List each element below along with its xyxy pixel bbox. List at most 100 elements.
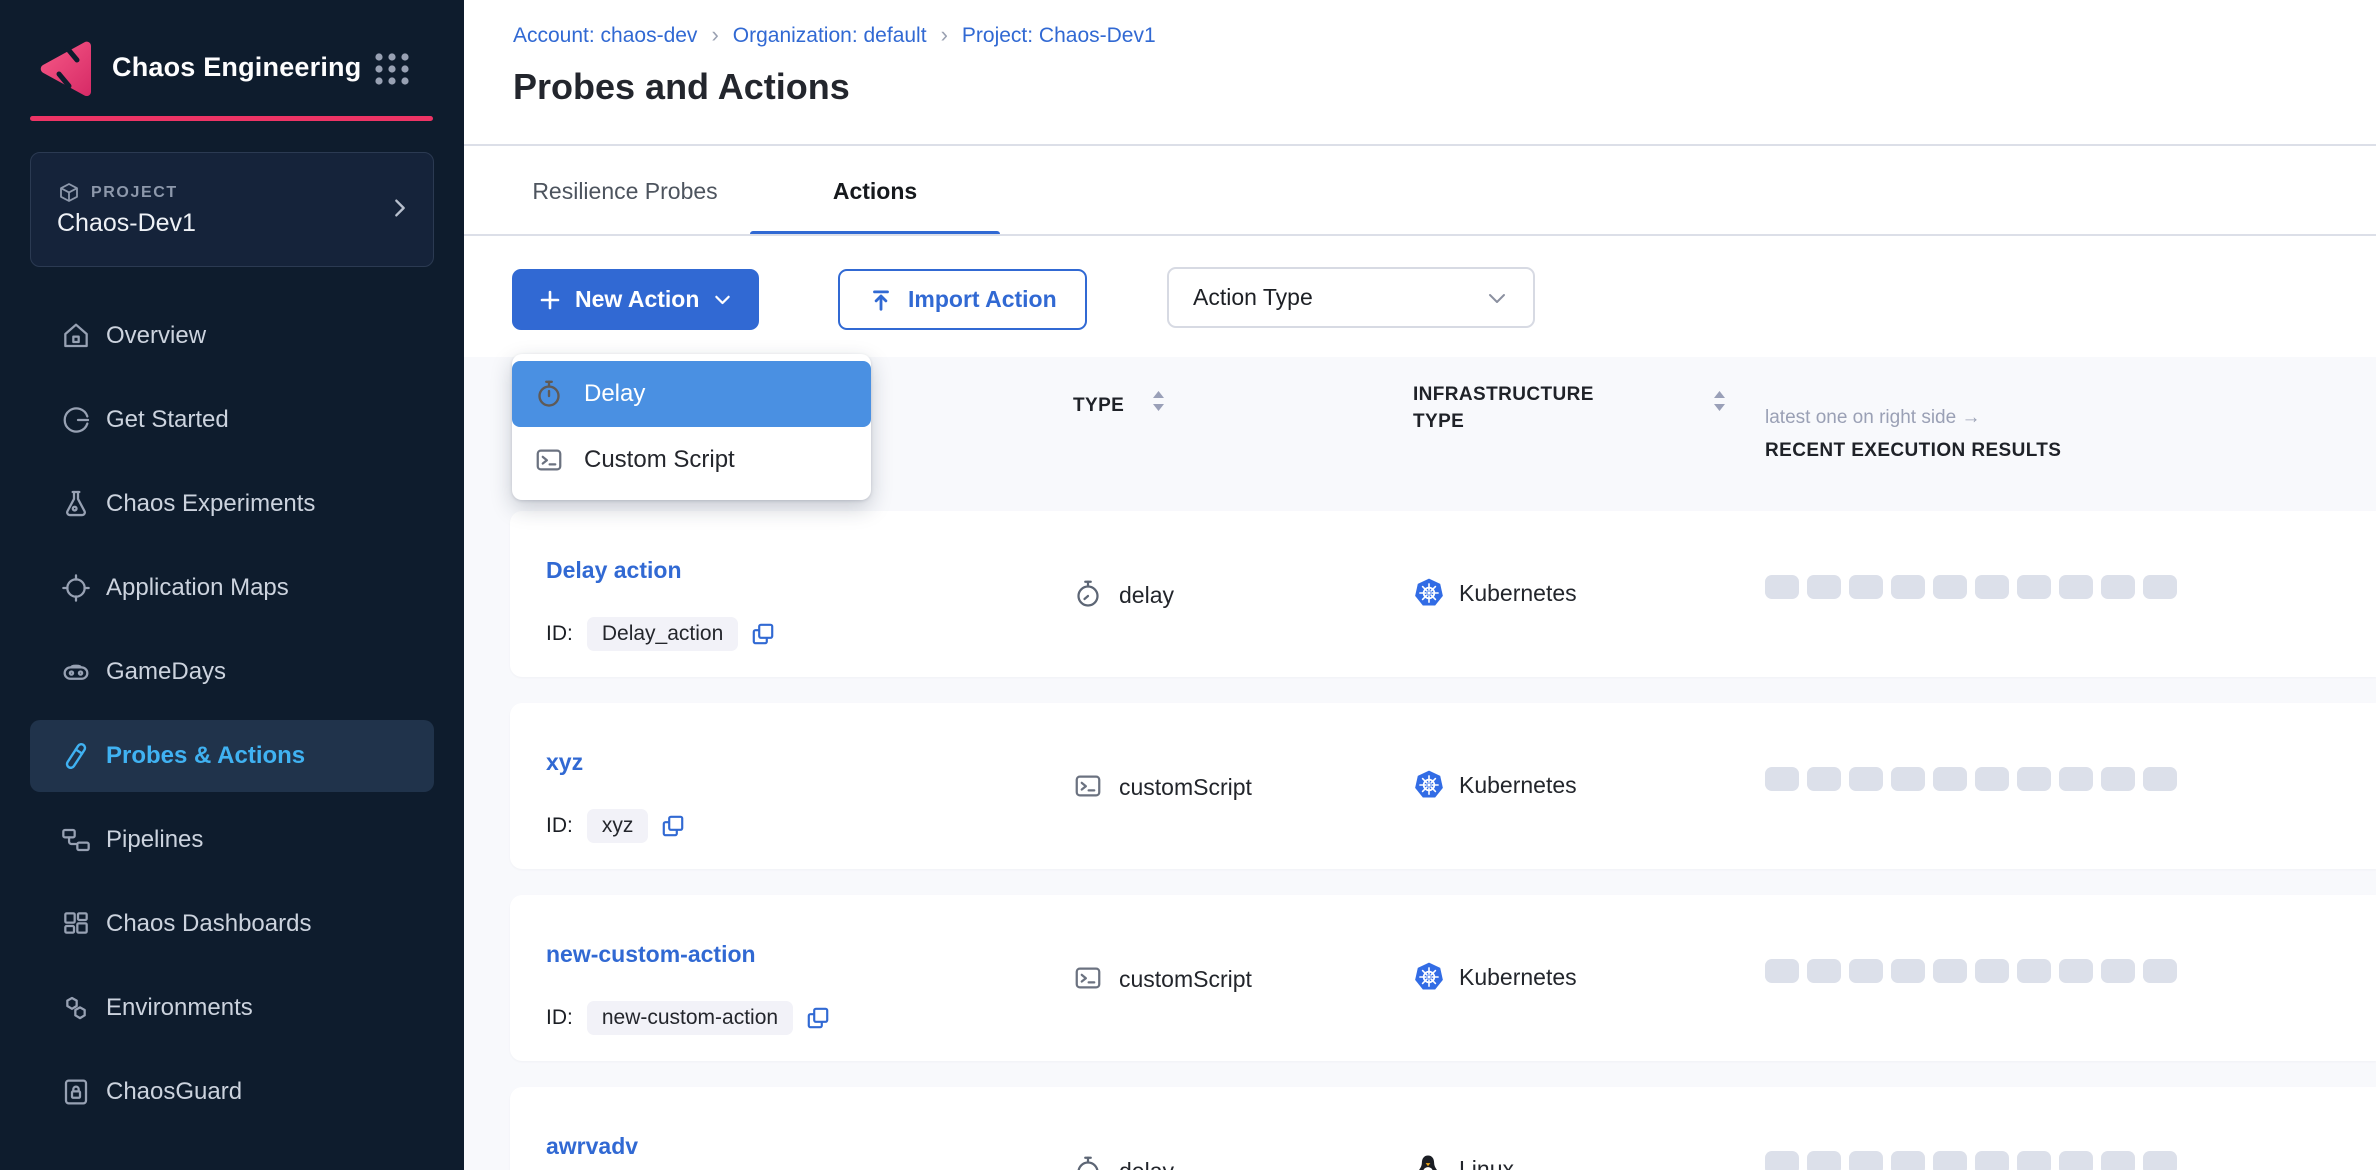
breadcrumb-link[interactable]: Project: Chaos-Dev1 (962, 24, 1156, 48)
copy-icon[interactable] (750, 621, 776, 647)
sidebar-item-chaos-experiments[interactable]: Chaos Experiments (0, 462, 464, 546)
type-cell: customScript (1073, 771, 1252, 803)
sidebar-item-label: Probes & Actions (106, 742, 305, 770)
chaos-engineering-app: Chaos Engineering (0, 0, 2376, 1170)
tab-resilience-probes[interactable]: Resilience Probes (500, 146, 750, 236)
tab-label: Resilience Probes (532, 178, 717, 205)
id-label: ID: (546, 622, 573, 646)
sidebar-item-get-started[interactable]: Get Started (0, 378, 464, 462)
execution-result-pill (2101, 767, 2135, 791)
recent-execution-results (1765, 575, 2177, 599)
execution-result-pill (2059, 575, 2093, 599)
execution-result-pill (1765, 767, 1799, 791)
infrastructure-value: Kubernetes (1459, 964, 1577, 991)
sidebar-item-probes-actions[interactable]: Probes & Actions (0, 714, 464, 798)
module-grid-icon[interactable] (374, 52, 410, 86)
type-value: customScript (1119, 774, 1252, 801)
harness-logo-icon (37, 40, 95, 96)
copy-icon[interactable] (660, 813, 686, 839)
main-content: Account: chaos-dev › Organization: default… (464, 0, 2376, 1170)
recent-results-note: latest one on right side → (1765, 407, 1980, 429)
execution-result-pill (2101, 959, 2135, 983)
execution-result-pill (2143, 959, 2177, 983)
sidebar-item-label: Application Maps (106, 574, 289, 602)
brand-divider (30, 116, 433, 121)
execution-result-pill (1975, 959, 2009, 983)
breadcrumb-separator-icon: › (941, 22, 948, 48)
sidebar-item-environments[interactable]: Environments (0, 966, 464, 1050)
action-type-select[interactable]: Action Type (1167, 267, 1535, 328)
action-name-link[interactable]: xyz (546, 749, 583, 776)
execution-result-pill (2059, 1151, 2093, 1170)
action-name-link[interactable]: new-custom-action (546, 941, 756, 968)
logo-row: Chaos Engineering (0, 0, 464, 110)
execution-result-pill (1807, 767, 1841, 791)
menu-item-custom-script[interactable]: Custom Script (512, 427, 871, 493)
sidebar-item-overview[interactable]: Overview (0, 294, 464, 378)
breadcrumb: Account: chaos-dev › Organization: default… (513, 23, 1156, 49)
execution-result-pill (2143, 575, 2177, 599)
execution-result-pill (2143, 767, 2177, 791)
kubernetes-icon (1413, 769, 1445, 801)
execution-result-pill (1807, 1151, 1841, 1170)
menu-item-delay[interactable]: Delay (512, 361, 871, 427)
action-type-value: Action Type (1193, 284, 1313, 311)
execution-result-pill (1891, 767, 1925, 791)
type-cell: delay (1073, 1155, 1174, 1170)
sidebar-item-label: ChaosGuard (106, 1078, 242, 1106)
sidebar-item-pipelines[interactable]: Pipelines (0, 798, 464, 882)
type-value: customScript (1119, 966, 1252, 993)
tab-label: Actions (833, 178, 917, 205)
sort-infrastructure-icon[interactable] (1712, 389, 1727, 413)
sort-type-icon[interactable] (1151, 389, 1166, 413)
tab-actions[interactable]: Actions (750, 146, 1000, 236)
sidebar-item-chaosguard[interactable]: ChaosGuard (0, 1050, 464, 1134)
action-id-row: ID: Delay_action (546, 617, 776, 651)
probe-icon (60, 740, 92, 772)
stopwatch-icon (534, 379, 564, 409)
sidebar-item-application-maps[interactable]: Application Maps (0, 546, 464, 630)
column-header-type: TYPE (1073, 395, 1124, 417)
execution-result-pill (2101, 575, 2135, 599)
flask-icon (60, 488, 92, 520)
copy-icon[interactable] (805, 1005, 831, 1031)
project-selector[interactable]: PROJECT Chaos-Dev1 (30, 152, 434, 267)
sidebar-item-label: Overview (106, 322, 206, 350)
action-name-link[interactable]: awrvadv (546, 1133, 638, 1160)
sidebar-item-label: Chaos Experiments (106, 490, 315, 518)
recent-execution-results (1765, 959, 2177, 983)
column-header-recent-results: RECENT EXECUTION RESULTS (1765, 440, 2061, 462)
dashboard-icon (60, 908, 92, 940)
kubernetes-icon (1413, 577, 1445, 609)
new-action-label: New Action (575, 286, 699, 313)
execution-result-pill (2017, 767, 2051, 791)
execution-result-pill (1807, 959, 1841, 983)
execution-result-pill (1849, 959, 1883, 983)
sidebar-item-gamedays[interactable]: GameDays (0, 630, 464, 714)
plus-icon (538, 288, 562, 312)
sidebar-item-label: Environments (106, 994, 253, 1022)
pipeline-icon (60, 824, 92, 856)
recent-execution-results (1765, 1151, 2177, 1170)
chevron-right-icon (389, 193, 411, 223)
new-action-dropdown: Delay Custom Script (512, 354, 871, 500)
execution-result-pill (2059, 959, 2093, 983)
execution-result-pill (2059, 767, 2093, 791)
sidebar-item-label: GameDays (106, 658, 226, 686)
action-id-value: new-custom-action (587, 1001, 793, 1035)
new-action-button[interactable]: New Action (512, 269, 759, 330)
table-row: xyz ID: xyz customScript Kubernetes (510, 703, 2376, 869)
execution-result-pill (2101, 1151, 2135, 1170)
type-value: delay (1119, 582, 1174, 609)
import-action-button[interactable]: Import Action (838, 269, 1087, 330)
execution-result-pill (1765, 959, 1799, 983)
execution-result-pill (2017, 575, 2051, 599)
breadcrumb-link[interactable]: Account: chaos-dev (513, 24, 697, 48)
sidebar-item-chaos-dashboards[interactable]: Chaos Dashboards (0, 882, 464, 966)
menu-item-label: Delay (584, 380, 645, 408)
project-label: PROJECT (91, 184, 178, 202)
action-name-link[interactable]: Delay action (546, 557, 682, 584)
lock-icon (60, 1076, 92, 1108)
breadcrumb-link[interactable]: Organization: default (733, 24, 927, 48)
execution-result-pill (1933, 1151, 1967, 1170)
